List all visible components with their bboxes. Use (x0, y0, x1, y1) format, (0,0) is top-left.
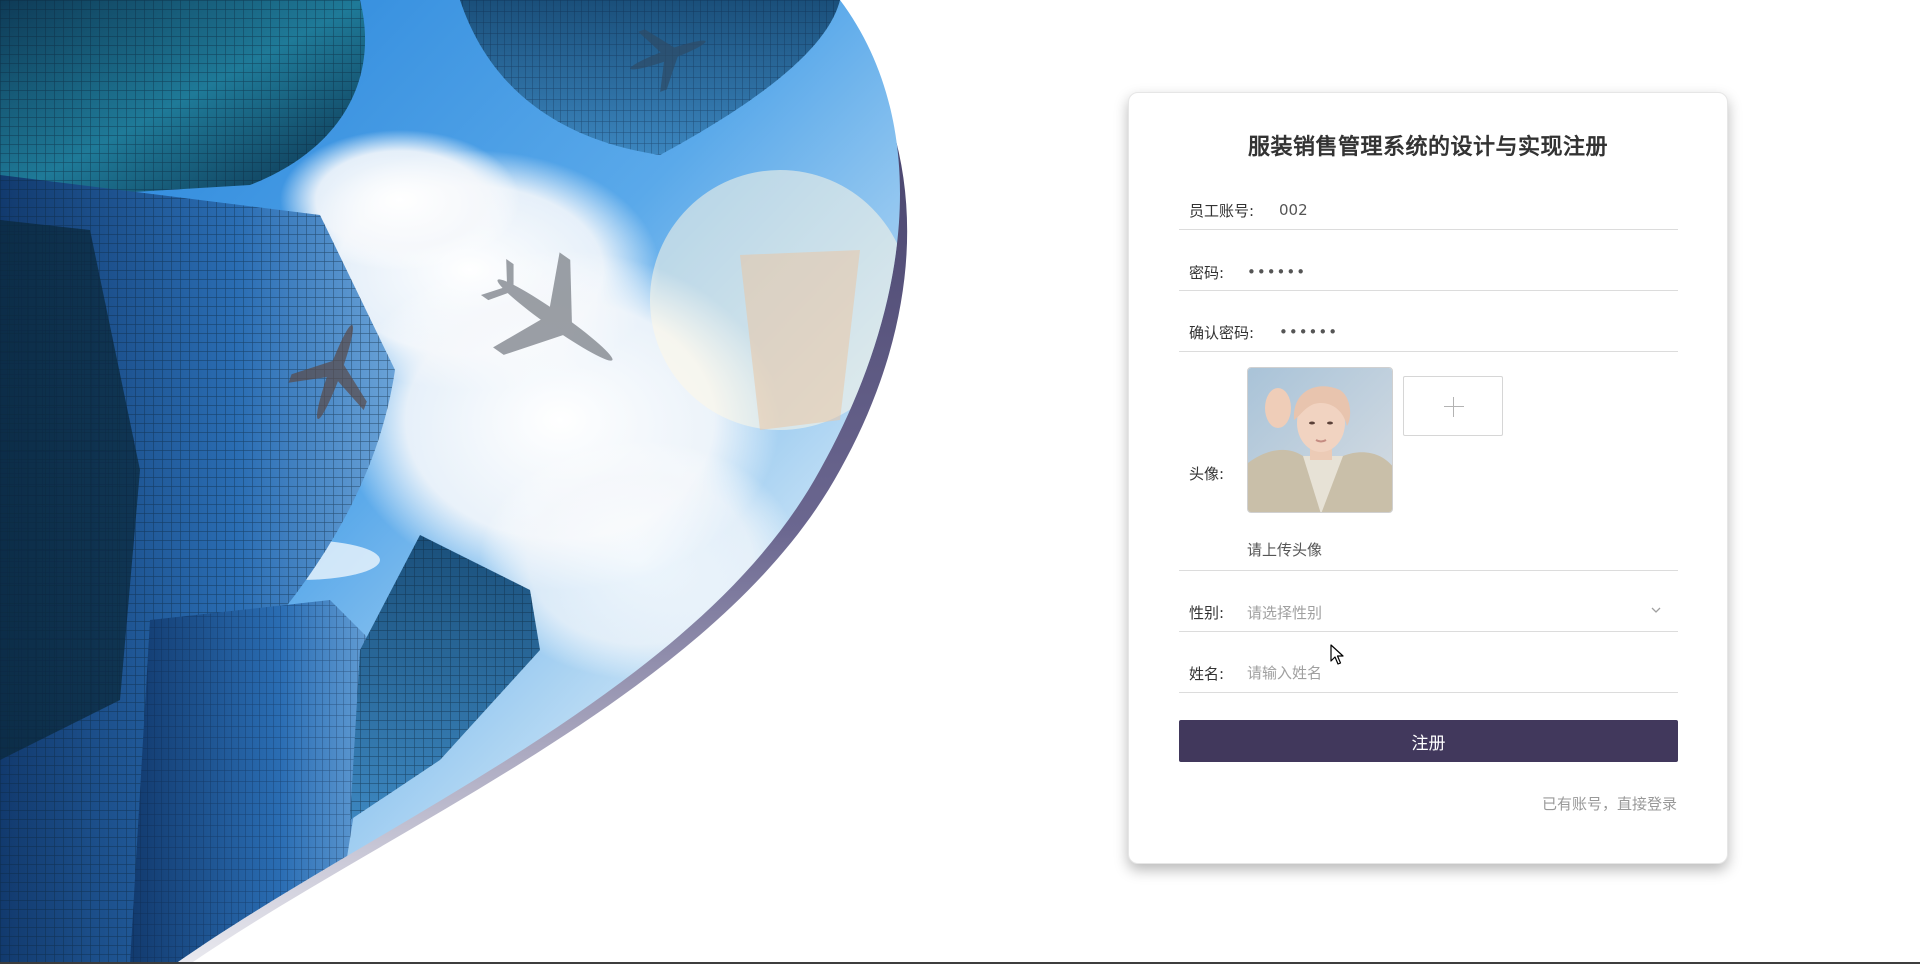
gender-label: 性别: (1189, 604, 1225, 622)
upload-avatar-button[interactable] (1403, 376, 1503, 436)
confirm-password-label: 确认密码: (1189, 324, 1255, 342)
avatar-label: 头像: (1189, 465, 1225, 483)
password-field: 密码: (1179, 246, 1678, 291)
register-card: 服装销售管理系统的设计与实现注册 员工账号: 密码: 确认密码: 头像: (1128, 92, 1728, 864)
page-title: 服装销售管理系统的设计与实现注册 (1247, 135, 1608, 160)
chevron-down-icon[interactable] (1650, 601, 1662, 620)
confirm-password-input[interactable] (1279, 320, 1659, 344)
register-button[interactable]: 注册 (1179, 720, 1678, 762)
avatar[interactable] (1247, 367, 1393, 513)
register-page: 服装销售管理系统的设计与实现注册 员工账号: 密码: 确认密码: 头像: (0, 0, 1920, 964)
name-input[interactable] (1247, 661, 1657, 685)
account-input[interactable] (1279, 198, 1659, 222)
password-input[interactable] (1247, 260, 1657, 284)
name-field: 姓名: (1179, 648, 1678, 693)
password-label: 密码: (1189, 264, 1225, 282)
account-label: 员工账号: (1189, 202, 1255, 220)
gender-select[interactable]: 请选择性别 (1247, 602, 1322, 623)
name-label: 姓名: (1189, 665, 1225, 683)
avatar-field: 头像: 请上传头像 (1179, 367, 1678, 571)
hero-illustration (0, 0, 920, 964)
login-link[interactable]: 已有账号，直接登录 (1542, 793, 1677, 814)
account-field: 员工账号: (1179, 185, 1678, 230)
avatar-tip: 请上传头像 (1247, 541, 1323, 559)
confirm-password-field: 确认密码: (1179, 307, 1678, 352)
gender-field: 性别: 请选择性别 (1179, 587, 1678, 632)
